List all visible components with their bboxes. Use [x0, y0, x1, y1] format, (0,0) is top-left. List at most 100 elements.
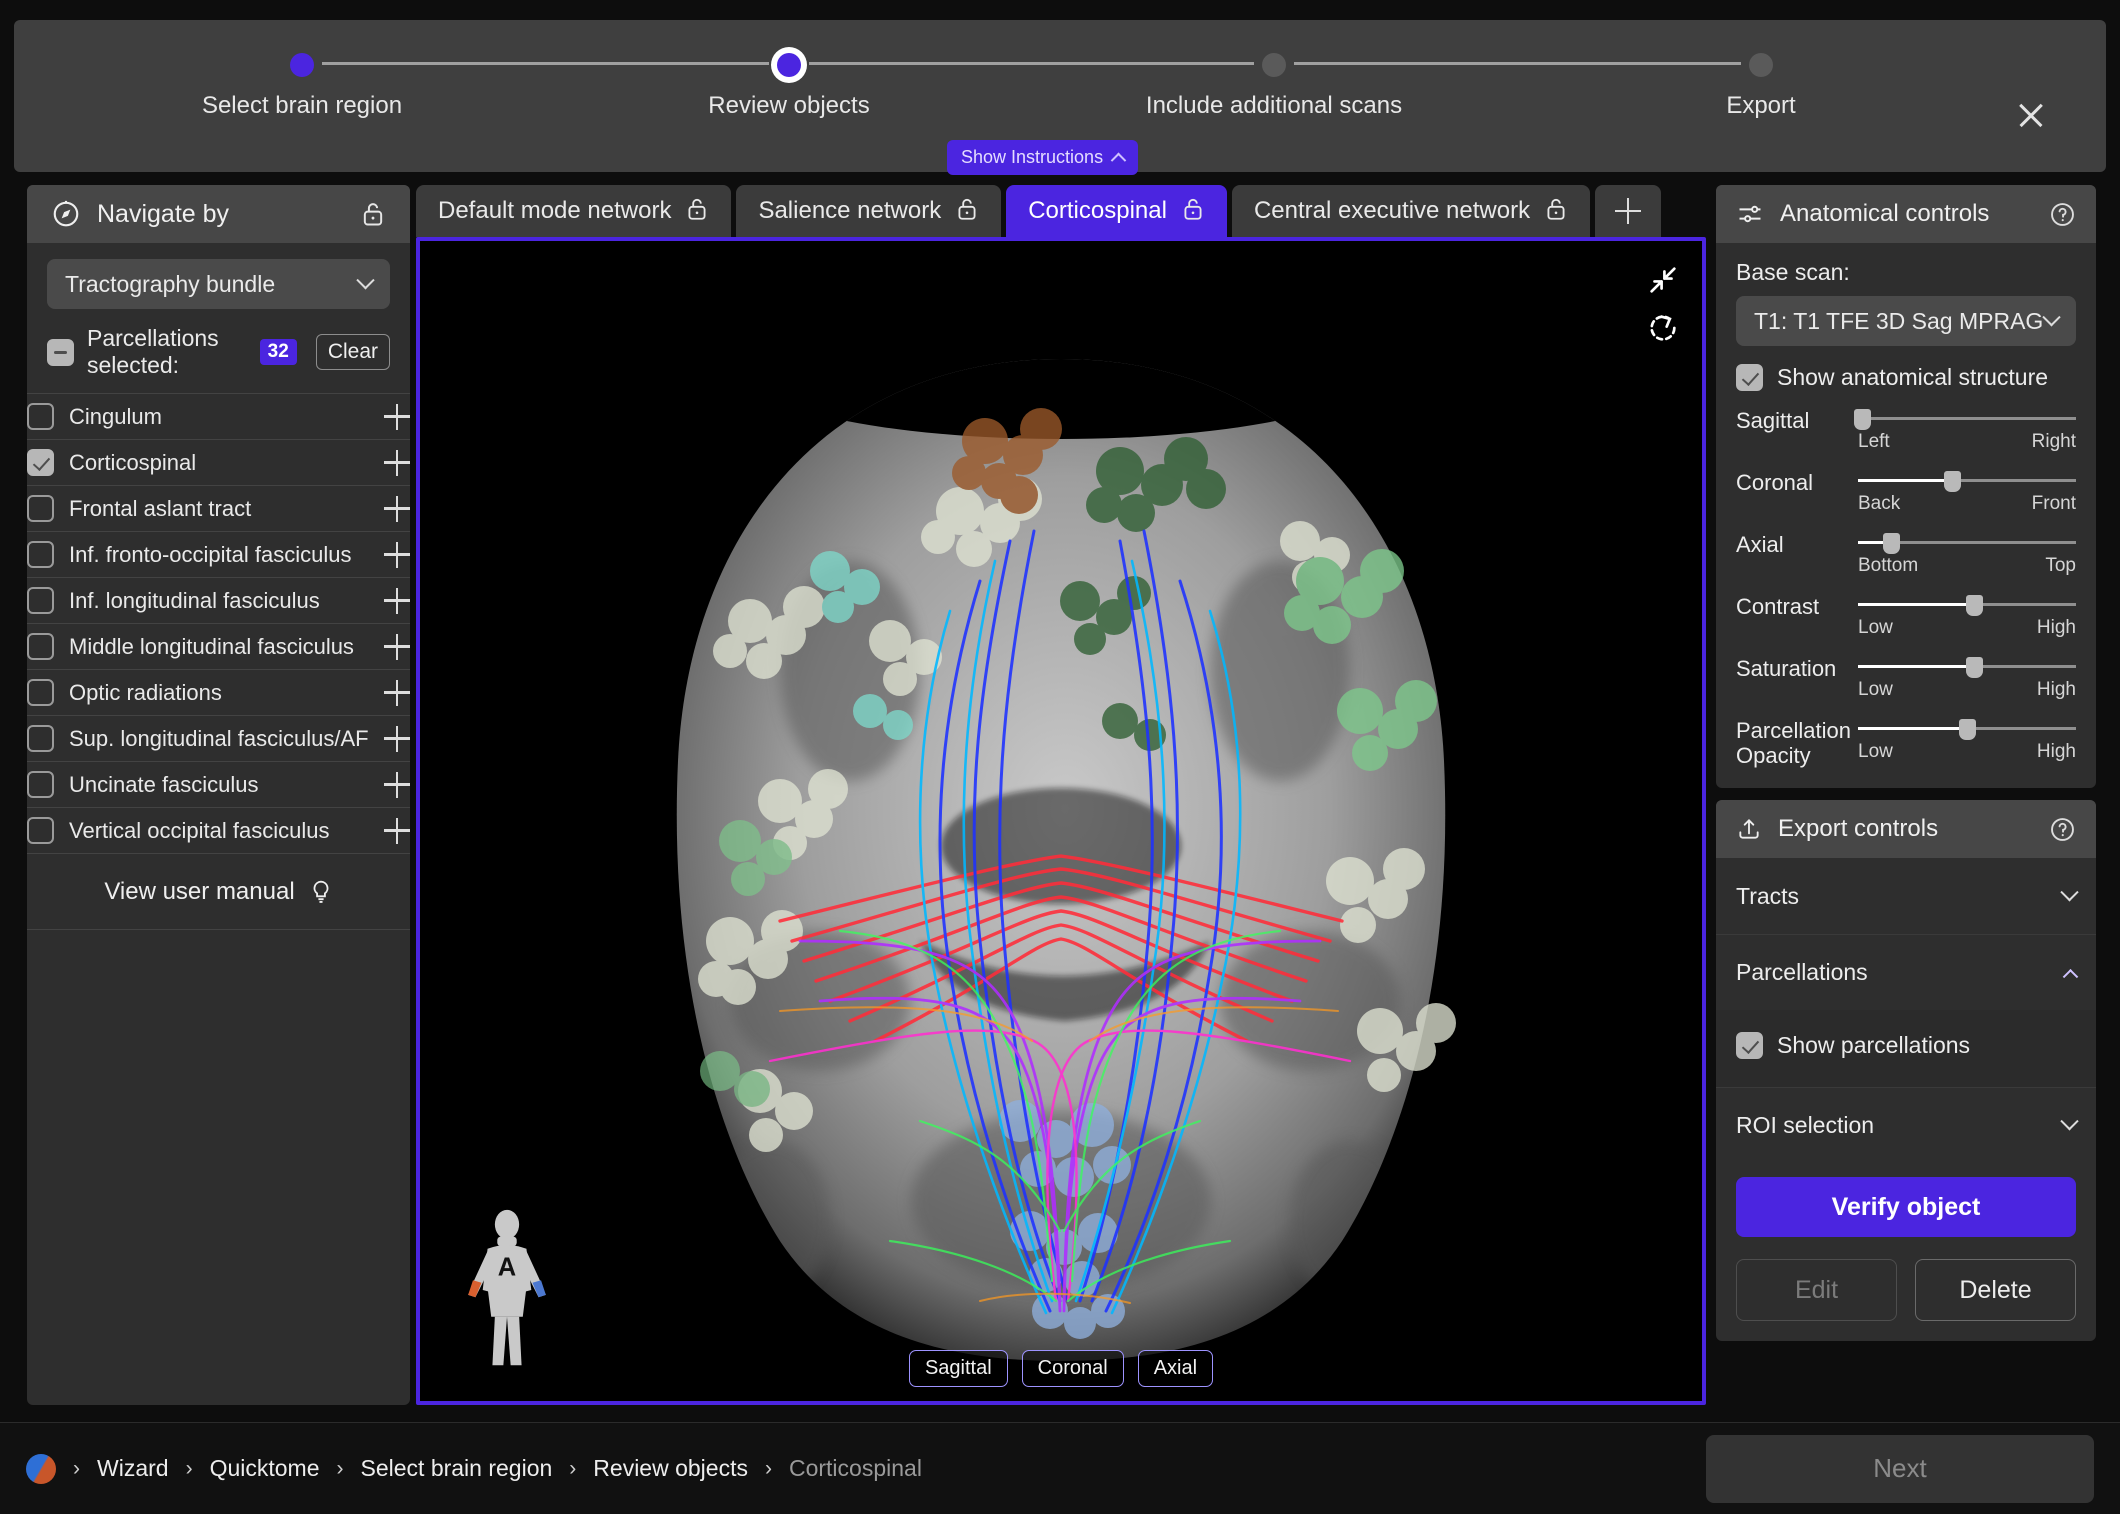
plus-icon[interactable]: [384, 403, 410, 430]
verify-object-button[interactable]: Verify object: [1736, 1177, 2076, 1238]
plus-icon[interactable]: [384, 633, 410, 660]
tract-checkbox[interactable]: [27, 679, 54, 706]
unlock-icon[interactable]: [1544, 196, 1568, 227]
roi-selection-accordion[interactable]: ROI selection: [1716, 1087, 2096, 1163]
plus-icon[interactable]: [384, 725, 410, 752]
slider-thumb[interactable]: [1854, 409, 1872, 430]
view-plane-button[interactable]: Axial: [1137, 1350, 1214, 1387]
rotate-reset-icon[interactable]: [1646, 311, 1680, 345]
help-circle-icon[interactable]: [2049, 201, 2076, 228]
tract-checkbox[interactable]: [27, 403, 54, 430]
view-user-manual-button[interactable]: View user manual: [27, 854, 410, 930]
delete-button[interactable]: Delete: [1915, 1259, 2076, 1322]
tract-row[interactable]: Middle longitudinal fasciculus: [27, 624, 410, 670]
unlock-icon[interactable]: [360, 200, 386, 228]
breadcrumb-item[interactable]: Review objects: [593, 1455, 748, 1482]
object-tab[interactable]: Salience network: [736, 185, 1002, 237]
tract-name: Frontal aslant tract: [69, 495, 252, 521]
tract-checkbox[interactable]: [27, 449, 54, 476]
tract-row[interactable]: Inf. fronto-occipital fasciculus: [27, 532, 410, 578]
slider-track[interactable]: [1858, 593, 2076, 616]
add-object-tab-button[interactable]: [1595, 185, 1662, 237]
unlock-icon[interactable]: [955, 196, 979, 227]
slider-thumb[interactable]: [1965, 657, 1983, 678]
tract-name: Corticospinal: [69, 449, 197, 475]
unlock-icon[interactable]: [1181, 196, 1205, 227]
wizard-step-4[interactable]: Export: [1581, 50, 1941, 120]
slider-track[interactable]: [1858, 531, 2076, 554]
close-icon[interactable]: [2014, 98, 2048, 132]
slider-label: Coronal: [1736, 470, 1814, 495]
navigate-by-select[interactable]: Tractography bundle: [47, 259, 390, 309]
navigate-by-value: Tractography bundle: [65, 270, 276, 297]
clear-button[interactable]: Clear: [315, 334, 390, 370]
breadcrumb-item[interactable]: Wizard: [97, 1455, 169, 1482]
tract-row[interactable]: Corticospinal: [27, 440, 410, 486]
slider-thumb[interactable]: [1882, 533, 1900, 554]
slider-track[interactable]: [1858, 717, 2076, 740]
wizard-step-3[interactable]: Include additional scans: [1094, 50, 1454, 120]
orientation-letter: A: [498, 1253, 516, 1281]
slider-thumb[interactable]: [1965, 595, 1983, 616]
help-circle-icon[interactable]: [2049, 816, 2076, 843]
slider-end-labels: Low High: [1858, 617, 2076, 639]
slider-row: Sagittal Left Right: [1736, 407, 2076, 453]
object-tab[interactable]: Default mode network: [416, 185, 732, 237]
tract-row[interactable]: Cingulum: [27, 394, 410, 440]
breadcrumb-item[interactable]: Select brain region: [361, 1455, 553, 1482]
slider-track[interactable]: [1854, 407, 2076, 430]
tract-row[interactable]: Vertical occipital fasciculus: [27, 808, 410, 854]
tract-checkbox[interactable]: [27, 725, 54, 752]
plus-icon[interactable]: [384, 817, 410, 844]
slider-track[interactable]: [1858, 655, 2076, 678]
plus-icon[interactable]: [384, 495, 410, 522]
tract-row[interactable]: Optic radiations: [27, 670, 410, 716]
view-plane-button[interactable]: Sagittal: [908, 1350, 1008, 1387]
unlock-icon[interactable]: [685, 196, 709, 227]
brain-viewer[interactable]: A Sagittal Coronal Axial: [416, 237, 1706, 1405]
tract-checkbox[interactable]: [27, 541, 54, 568]
plus-icon[interactable]: [384, 679, 410, 706]
slider-bar-fill: [1858, 603, 1974, 606]
tracts-accordion[interactable]: Tracts: [1716, 858, 2096, 934]
show-instructions-button[interactable]: Show Instructions: [947, 140, 1139, 175]
footer-bar: › Wizard › Quicktome › Select brain region › Re…: [0, 1422, 2120, 1514]
tract-checkbox[interactable]: [27, 495, 54, 522]
object-tab[interactable]: Corticospinal: [1006, 185, 1227, 237]
wizard-step-2[interactable]: Review objects: [609, 50, 969, 120]
tract-row[interactable]: Uncinate fasciculus: [27, 762, 410, 808]
slider-track[interactable]: [1858, 469, 2076, 492]
tract-checkbox[interactable]: [27, 771, 54, 798]
collapse-arrows-icon[interactable]: [1646, 263, 1680, 297]
tract-row[interactable]: Frontal aslant tract: [27, 486, 410, 532]
plus-icon[interactable]: [384, 771, 410, 798]
tract-checkbox[interactable]: [27, 587, 54, 614]
wizard-stepper: Select brain region Review objects Include…: [14, 20, 1814, 130]
tract-checkbox[interactable]: [27, 633, 54, 660]
slider-thumb[interactable]: [1943, 471, 1961, 492]
tract-row[interactable]: Inf. longitudinal fasciculus: [27, 578, 410, 624]
plus-icon[interactable]: [384, 541, 410, 568]
parcellations-accordion[interactable]: Parcellations: [1716, 934, 2096, 1010]
slider-row: Coronal Back Front: [1736, 469, 2076, 515]
tract-checkbox[interactable]: [27, 817, 54, 844]
plus-icon[interactable]: [384, 587, 410, 614]
show-parcellations-checkbox[interactable]: [1736, 1032, 1763, 1060]
parcellations-select-all-checkbox[interactable]: [47, 338, 74, 366]
omniscient-logo-icon: [26, 1453, 56, 1484]
tract-row[interactable]: Sup. longitudinal fasciculus/AF: [27, 716, 410, 762]
object-tab[interactable]: Central executive network: [1231, 185, 1591, 237]
wizard-step-1[interactable]: Select brain region: [122, 50, 482, 120]
view-plane-button[interactable]: Coronal: [1021, 1350, 1124, 1387]
show-anatomical-structure-checkbox[interactable]: [1736, 364, 1763, 391]
parcellations-accordion-body: Show parcellations: [1716, 1010, 2096, 1088]
breadcrumb-separator: ›: [73, 1456, 80, 1480]
chevron-down-icon: [2060, 882, 2079, 902]
anatomical-slider-group: Sagittal Left Right Coronal Back Front Axial Bo…: [1736, 407, 2076, 768]
show-parcellations-toggle[interactable]: Show parcellations: [1736, 1032, 2076, 1060]
slider-thumb[interactable]: [1959, 719, 1976, 740]
show-anatomical-structure-toggle[interactable]: Show anatomical structure: [1736, 364, 2076, 391]
plus-icon[interactable]: [384, 449, 410, 476]
base-scan-select[interactable]: T1: T1 TFE 3D Sag MPRAGE (p...: [1736, 296, 2076, 346]
breadcrumb-item[interactable]: Quicktome: [210, 1455, 320, 1482]
